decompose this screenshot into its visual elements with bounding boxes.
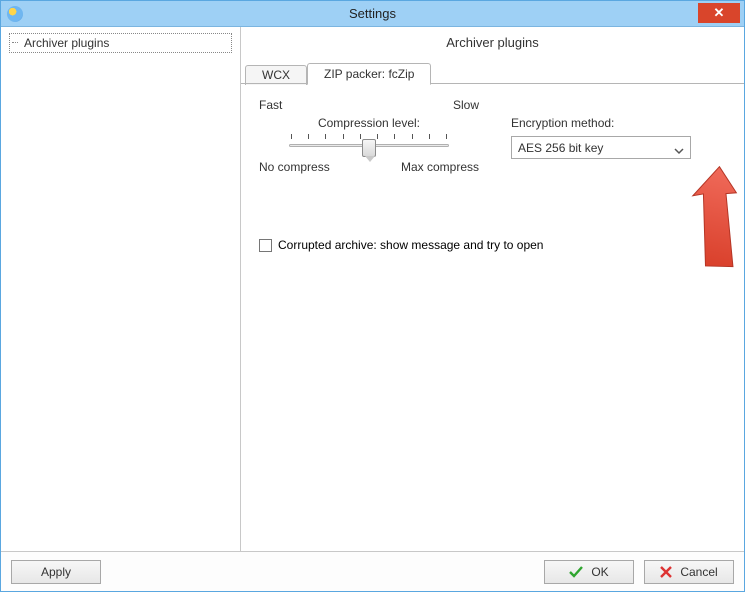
settings-window: Settings ✕ Archiver plugins Archiver plu… <box>0 0 745 592</box>
encryption-dropdown[interactable]: AES 256 bit key <box>511 136 691 159</box>
window-body: Archiver plugins Archiver plugins WCX ZI… <box>1 27 744 551</box>
encryption-block: Encryption method: AES 256 bit key <box>511 116 691 159</box>
sidebar-item-archiver-plugins[interactable]: Archiver plugins <box>9 33 232 53</box>
tab-label: ZIP packer: fcZip <box>324 67 414 81</box>
window-title: Settings <box>1 6 744 21</box>
compression-speed-row: Fast Slow <box>259 98 479 112</box>
corrupted-label: Corrupted archive: show message and try … <box>278 238 543 252</box>
sidebar-item-label: Archiver plugins <box>24 36 109 50</box>
tab-wcx[interactable]: WCX <box>245 65 307 85</box>
close-icon: ✕ <box>714 5 725 21</box>
corrupted-checkbox[interactable] <box>259 239 272 252</box>
fast-label: Fast <box>259 98 282 112</box>
encryption-value: AES 256 bit key <box>518 141 603 155</box>
slow-label: Slow <box>453 98 479 112</box>
cancel-icon <box>660 566 672 578</box>
corrupted-row: Corrupted archive: show message and try … <box>259 238 726 252</box>
cancel-button[interactable]: Cancel <box>644 560 734 584</box>
cancel-label: Cancel <box>680 565 717 579</box>
slider-thumb[interactable] <box>362 139 376 157</box>
titlebar[interactable]: Settings ✕ <box>1 1 744 27</box>
tab-panel: Fast Slow Compression level: No compress <box>241 84 744 551</box>
tab-label: WCX <box>262 68 290 82</box>
close-button[interactable]: ✕ <box>698 3 740 23</box>
ok-label: OK <box>591 565 608 579</box>
encryption-label: Encryption method: <box>511 116 691 130</box>
annotation-arrow-icon <box>671 166 745 276</box>
button-bar: Apply OK Cancel <box>1 551 744 591</box>
compression-slider[interactable] <box>289 132 449 160</box>
main-panel: Archiver plugins WCX ZIP packer: fcZip F… <box>241 27 744 551</box>
tab-zip-packer[interactable]: ZIP packer: fcZip <box>307 63 431 85</box>
no-compress-label: No compress <box>259 160 330 174</box>
compression-block: Fast Slow Compression level: No compress <box>259 98 479 174</box>
compression-level-label: Compression level: <box>318 116 420 130</box>
tab-strip: WCX ZIP packer: fcZip <box>241 60 744 84</box>
sidebar: Archiver plugins <box>1 27 241 551</box>
panel-header: Archiver plugins <box>241 27 744 60</box>
check-icon <box>569 566 583 578</box>
apply-label: Apply <box>41 565 71 579</box>
ok-button[interactable]: OK <box>544 560 634 584</box>
max-compress-label: Max compress <box>401 160 479 174</box>
apply-button[interactable]: Apply <box>11 560 101 584</box>
compression-range-row: No compress Max compress <box>259 160 479 174</box>
chevron-down-icon <box>674 144 684 158</box>
